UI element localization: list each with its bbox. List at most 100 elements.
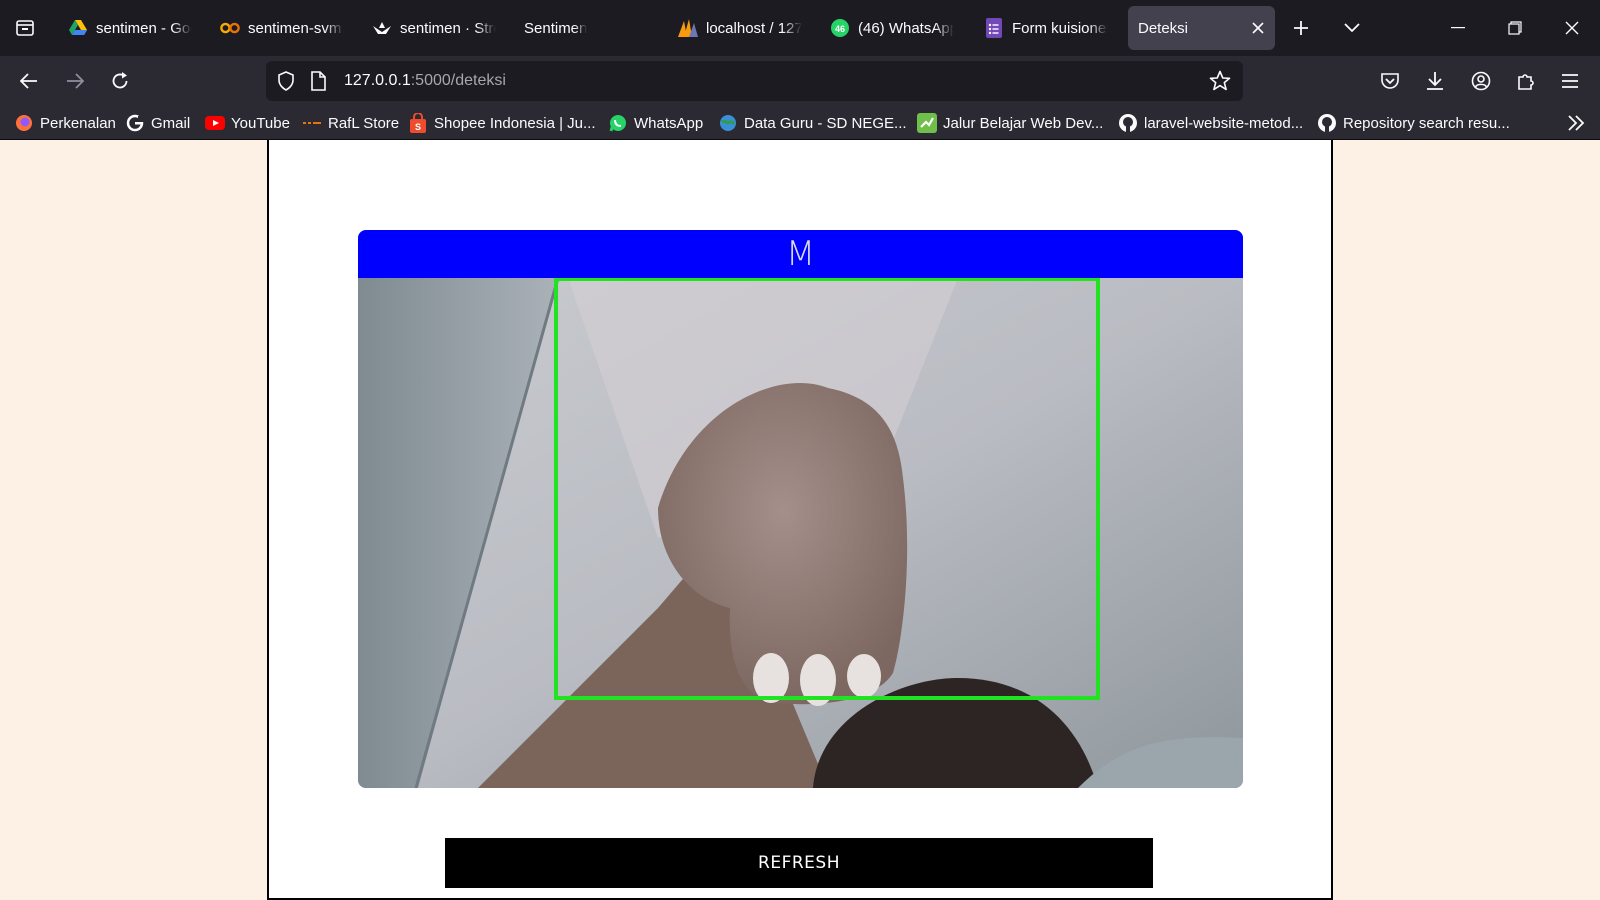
shopee-icon: S — [408, 113, 428, 133]
bookmark-label: Perkenalan — [40, 114, 116, 132]
streamlit-icon — [372, 18, 392, 38]
downloads-button[interactable] — [1418, 64, 1452, 98]
pocket-icon — [1381, 73, 1399, 89]
reload-icon — [112, 72, 128, 89]
firefox-view-button[interactable] — [8, 12, 42, 44]
arrow-right-icon — [67, 73, 84, 89]
url-bar[interactable]: 127.0.0.1:5000/deteksi — [266, 61, 1243, 101]
list-all-tabs-button[interactable] — [1335, 12, 1369, 44]
arrow-left-icon — [20, 73, 37, 89]
tab-title: (46) WhatsApp — [858, 19, 954, 37]
tab-sentimen-colab[interactable]: sentimen-svm.i — [212, 6, 352, 50]
colab-icon — [220, 18, 240, 38]
bookmark-shopee[interactable]: S Shopee Indonesia | Ju... — [408, 111, 596, 135]
tab-form-kuisioner[interactable]: Form kuisioner — [976, 6, 1116, 50]
account-icon — [1471, 71, 1491, 91]
svg-text:S: S — [415, 122, 421, 132]
url-path: :5000/deteksi — [410, 72, 506, 89]
tab-title: sentimen-svm.i — [248, 19, 344, 37]
url-host: 127.0.0.1 — [344, 72, 411, 89]
refresh-button[interactable]: REFRESH — [445, 838, 1153, 888]
page-info-icon[interactable] — [308, 71, 328, 91]
bookmark-whatsapp[interactable]: WhatsApp — [608, 111, 703, 135]
tab-localhost[interactable]: localhost / 127 — [670, 6, 810, 50]
download-icon — [1427, 72, 1443, 90]
tab-sentimen-streamlit[interactable]: sentimen · Stre — [364, 6, 504, 50]
tab-title: sentimen · Stre — [400, 19, 496, 37]
menu-button[interactable] — [1553, 64, 1587, 98]
bookmark-repository-search[interactable]: Repository search resu... — [1317, 111, 1510, 135]
tab-title: Deteksi — [1138, 19, 1189, 37]
predicted-letter: M — [785, 234, 816, 274]
pocket-button[interactable] — [1373, 64, 1407, 98]
firefox-view-icon — [16, 20, 34, 36]
close-icon — [1252, 22, 1264, 34]
bookmark-youtube[interactable]: YouTube — [205, 111, 290, 135]
minimize-button[interactable] — [1430, 0, 1486, 56]
bookmark-gmail[interactable]: Gmail — [125, 111, 190, 135]
tab-title: sentimen - Goo — [96, 19, 192, 37]
forward-button[interactable] — [58, 64, 92, 98]
github-icon — [1317, 113, 1337, 133]
tab-title: Form kuisioner — [1012, 19, 1108, 37]
whatsapp-icon — [608, 113, 628, 133]
bookmark-star-icon[interactable] — [1209, 70, 1231, 92]
phpmyadmin-icon — [678, 18, 698, 38]
chevron-down-icon — [1344, 23, 1360, 33]
page-content: M REFRESH — [0, 140, 1600, 900]
webcam-feed: M — [358, 230, 1243, 788]
web-dev-icon — [917, 113, 937, 133]
account-button[interactable] — [1464, 64, 1498, 98]
extensions-button[interactable] — [1509, 64, 1543, 98]
tab-deteksi[interactable]: Deteksi — [1128, 6, 1275, 50]
bookmark-laravel-website[interactable]: laravel-website-metod... — [1118, 111, 1303, 135]
firefox-icon — [14, 113, 34, 133]
restore-icon — [1508, 21, 1522, 35]
restore-button[interactable] — [1487, 0, 1543, 56]
url-text[interactable]: 127.0.0.1:5000/deteksi — [344, 72, 506, 90]
reload-button[interactable] — [103, 64, 137, 98]
close-icon — [1565, 21, 1579, 35]
chevron-double-right-icon — [1568, 115, 1585, 131]
tab-sentimen[interactable]: Sentimen — [516, 6, 656, 50]
bookmarks-toolbar: Perkenalan Gmail YouTube RafL Store S Sh… — [0, 106, 1600, 140]
bookmark-perkenalan[interactable]: Perkenalan — [14, 111, 116, 135]
bookmark-label: WhatsApp — [634, 114, 704, 132]
bookmark-label: Gmail — [151, 114, 191, 132]
bookmark-label: Shopee Indonesia | Ju... — [434, 114, 596, 132]
svg-text:46: 46 — [835, 24, 845, 34]
shield-icon[interactable] — [276, 71, 296, 91]
detection-card: M REFRESH — [267, 140, 1333, 900]
google-forms-icon — [984, 18, 1004, 38]
navigation-toolbar: 127.0.0.1:5000/deteksi — [0, 56, 1600, 106]
close-window-button[interactable] — [1544, 0, 1600, 56]
tab-sentimen-drive[interactable]: sentimen - Goo — [60, 6, 200, 50]
tab-title: localhost / 127 — [706, 19, 802, 37]
tab-title: Sentimen — [524, 19, 588, 37]
bookmark-label: Repository search resu... — [1343, 114, 1510, 132]
bookmark-label: Jalur Belajar Web Dev... — [943, 114, 1104, 132]
close-tab-button[interactable] — [1249, 19, 1267, 37]
hand-bounding-box — [554, 277, 1100, 700]
bookmark-web-dev[interactable]: Jalur Belajar Web Dev... — [917, 111, 1103, 135]
google-drive-icon — [68, 18, 88, 38]
plus-icon — [1294, 21, 1308, 35]
tab-strip: sentimen - Goo sentimen-svm.i sentimen ·… — [0, 0, 1600, 56]
new-tab-button[interactable] — [1284, 12, 1318, 44]
bookmark-data-guru[interactable]: Data Guru - SD NEGE... — [718, 111, 907, 135]
github-icon — [1118, 113, 1138, 133]
bookmark-label: RafL Store — [328, 114, 400, 132]
tab-whatsapp[interactable]: 46 (46) WhatsApp — [822, 6, 962, 50]
puzzle-icon — [1518, 74, 1534, 90]
bookmark-rafl-store[interactable]: RafL Store — [302, 111, 399, 135]
bookmark-label: laravel-website-metod... — [1144, 114, 1304, 132]
bookmark-label: YouTube — [231, 114, 290, 132]
back-button[interactable] — [12, 64, 46, 98]
globe-icon — [718, 113, 738, 133]
youtube-icon — [205, 113, 225, 133]
bookmark-label: Data Guru - SD NEGE... — [744, 114, 907, 132]
whatsapp-icon: 46 — [830, 18, 850, 38]
store-icon — [302, 113, 322, 133]
more-bookmarks-button[interactable] — [1564, 111, 1588, 135]
prediction-banner: M — [358, 230, 1243, 278]
